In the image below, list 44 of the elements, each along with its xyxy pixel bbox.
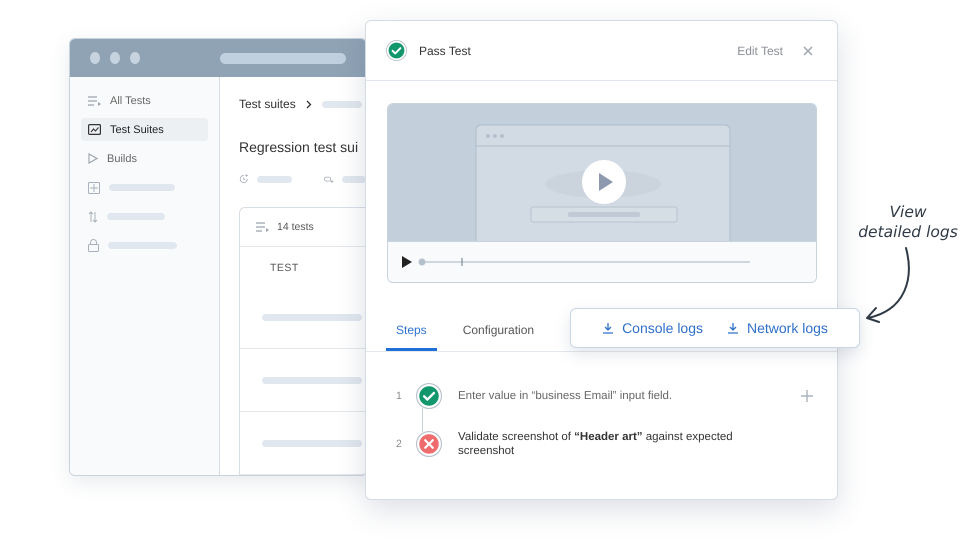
placeholder-bar [342, 176, 366, 182]
sidebar-item[interactable]: Test Suites [81, 118, 208, 141]
list-icon [88, 96, 101, 106]
plus-icon[interactable] [801, 390, 813, 402]
edit-test-link[interactable]: Edit Test [737, 44, 783, 58]
test-title: Pass Test [419, 44, 472, 58]
window-dot[interactable] [90, 52, 100, 64]
page-title: Regression test sui [239, 139, 360, 155]
link-icon [324, 174, 334, 184]
window-dot[interactable] [110, 52, 120, 64]
download-icon [727, 322, 739, 334]
download-logs-button[interactable]: Network logs [727, 320, 828, 336]
test-count: 14 tests [277, 221, 314, 233]
sidebar-item[interactable]: All Tests [81, 89, 208, 112]
window-dot[interactable] [130, 52, 140, 64]
annotation-text: View [888, 202, 928, 222]
placeholder-bar [256, 176, 292, 182]
step-text: Enter value in “business Email” input field. [457, 389, 674, 403]
placeholder-bar [107, 213, 165, 220]
placeholder-bar [322, 100, 362, 108]
tab[interactable]: Steps [386, 311, 437, 351]
download-icon [602, 322, 614, 334]
chevron-right-icon [306, 100, 312, 108]
step-number: 1 [396, 390, 403, 402]
lock-icon [88, 239, 99, 252]
tab[interactable]: Configuration [452, 311, 544, 351]
step-text: Validate screenshot of “Header art” against expected screenshot [457, 430, 734, 458]
placeholder-bar [108, 242, 177, 249]
list-icon [256, 222, 269, 232]
folder-chart-icon [88, 124, 101, 135]
step-number: 2 [396, 438, 403, 450]
play-icon[interactable] [402, 256, 412, 268]
sidebar-item[interactable]: Builds [81, 147, 208, 170]
sort-arrows-icon [88, 210, 98, 222]
column-header: TEST [269, 261, 300, 276]
grid-icon [88, 182, 100, 194]
download-logs-button[interactable]: Console logs [602, 320, 703, 336]
annotation-text: detailed logs [857, 222, 959, 242]
clock-plus-icon [239, 173, 248, 185]
breadcrumb-link[interactable]: Test suites [239, 97, 296, 111]
close-button[interactable] [801, 44, 815, 58]
placeholder-bar [109, 184, 175, 191]
play-icon [88, 153, 98, 164]
progress-track[interactable] [416, 257, 752, 267]
